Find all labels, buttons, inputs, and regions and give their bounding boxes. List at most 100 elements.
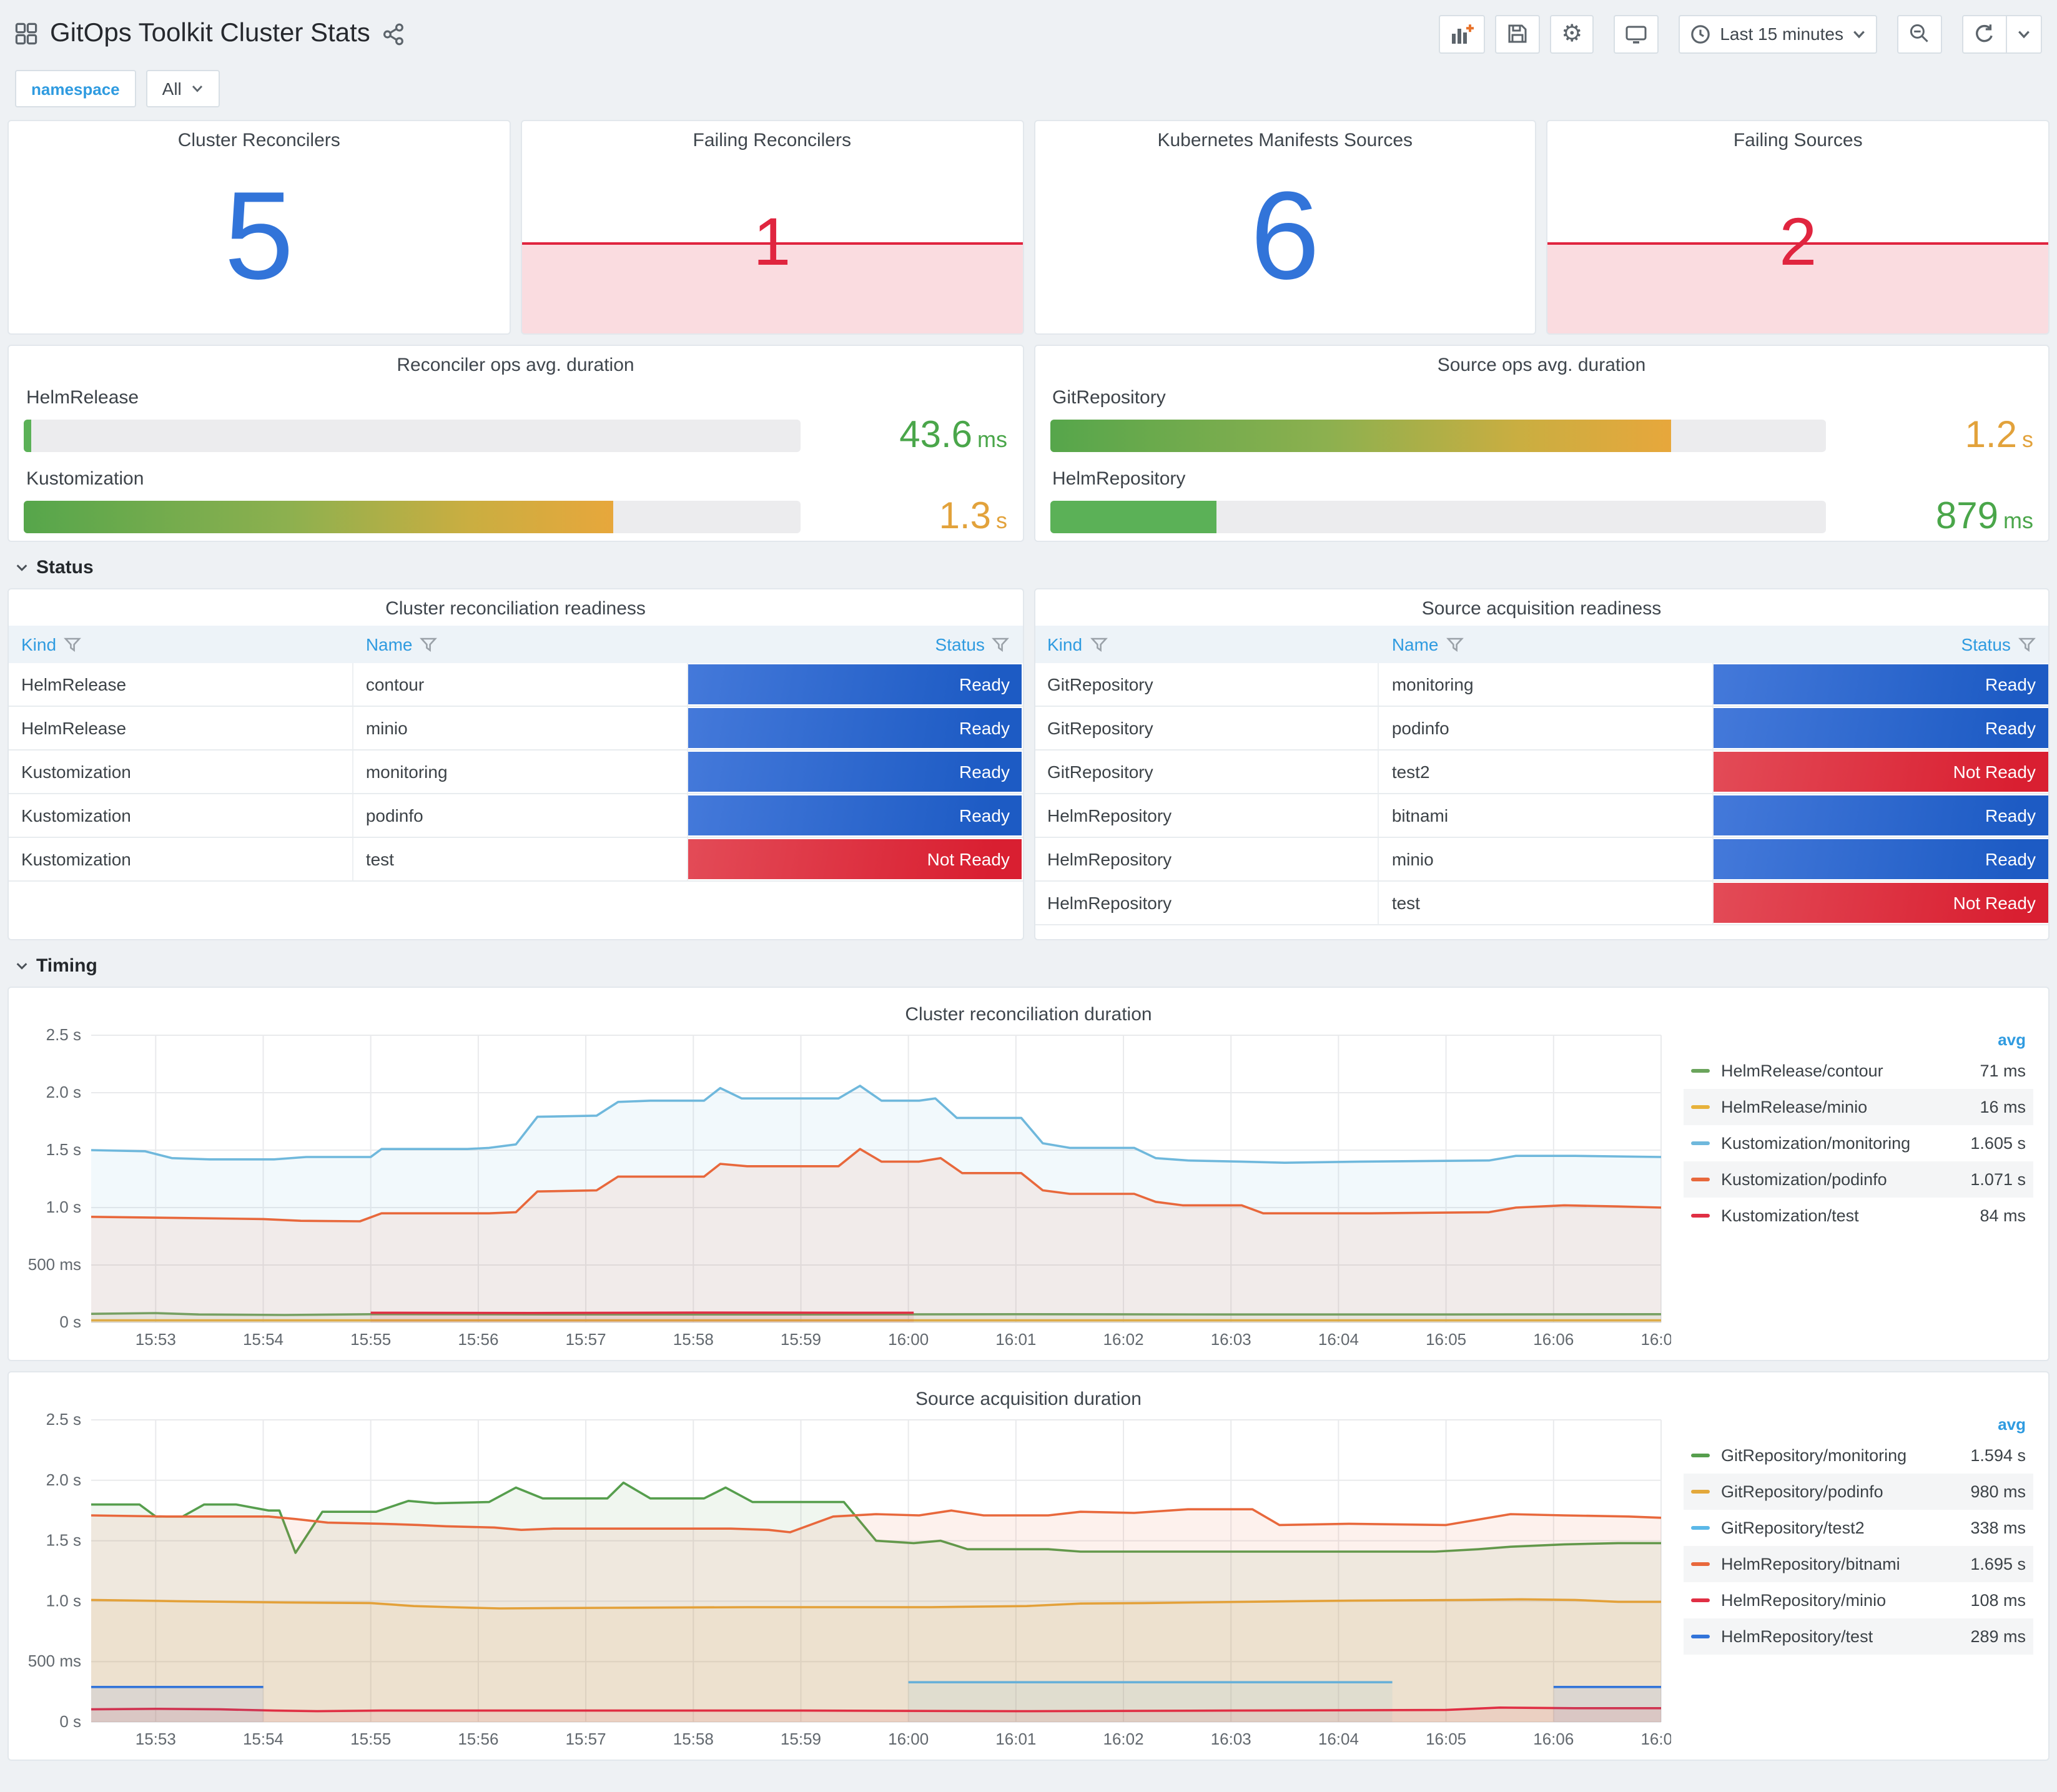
- legend-series-label[interactable]: HelmRelease/contour: [1721, 1061, 1980, 1080]
- variables-row: namespace All: [7, 60, 2050, 120]
- legend-series-label[interactable]: HelmRepository/minio: [1721, 1591, 1970, 1610]
- save-dashboard-button[interactable]: [1495, 14, 1541, 53]
- column-header-name[interactable]: Name: [1379, 634, 1714, 654]
- svg-text:15:57: 15:57: [566, 1730, 606, 1748]
- cell-kind: Kustomization: [9, 838, 353, 880]
- gauge-bar-row: 1.2 s: [1050, 415, 2033, 457]
- gauge-label: Kustomization: [26, 468, 144, 490]
- legend-series-label[interactable]: Kustomization/monitoring: [1721, 1134, 1970, 1153]
- timeseries-panel-1: Source acquisition duration 15:53 15:54 15:…: [7, 1371, 2050, 1761]
- chevron-down-icon: [192, 82, 204, 95]
- table-panel-0: Cluster reconciliation readiness Kind Name…: [7, 588, 1024, 940]
- svg-text:15:56: 15:56: [458, 1330, 498, 1349]
- legend-series-dash: [1691, 1454, 1710, 1457]
- stat-value-area: 5: [9, 121, 510, 333]
- legend-avg-header[interactable]: avg: [1684, 1025, 2033, 1053]
- column-header-label: Name: [365, 634, 413, 654]
- charts-area: Cluster reconciliation duration 15:53 15:5…: [7, 987, 2050, 1761]
- table-panel-1: Source acquisition readiness Kind Name Stat…: [1033, 588, 2050, 940]
- namespace-selected-value: All: [162, 79, 182, 99]
- legend-series-label[interactable]: GitRepository/test2: [1721, 1519, 1970, 1537]
- column-header-label: Status: [935, 634, 985, 654]
- refresh-button-group: [1962, 14, 2042, 53]
- panel-title[interactable]: Source acquisition duration: [21, 1380, 2036, 1410]
- section-header-status[interactable]: Status: [7, 544, 2050, 588]
- legend-series-dash: [1691, 1069, 1710, 1073]
- legend-row: Kustomization/monitoring 1.605 s: [1684, 1125, 2033, 1161]
- clock-icon: [1690, 23, 1711, 44]
- svg-text:1.5 s: 1.5 s: [46, 1140, 81, 1159]
- table-row: GitRepository podinfo Ready: [1035, 707, 2048, 751]
- gauge-fill: [1050, 501, 1217, 533]
- table-row: HelmRepository bitnami Ready: [1035, 794, 2048, 838]
- svg-text:1.0 s: 1.0 s: [46, 1198, 81, 1216]
- cell-kind: HelmRepository: [1035, 794, 1379, 837]
- column-header-kind[interactable]: Kind: [9, 634, 353, 654]
- legend-series-avg: 1.605 s: [1970, 1134, 2026, 1153]
- gauge-label: GitRepository: [1052, 387, 1166, 408]
- panel-title[interactable]: Reconciler ops avg. duration: [24, 346, 1007, 376]
- share-icon[interactable]: [383, 22, 407, 46]
- svg-text:500 ms: 500 ms: [28, 1255, 81, 1274]
- legend-series-label[interactable]: HelmRepository/bitnami: [1721, 1555, 1970, 1573]
- panel-title[interactable]: Source ops avg. duration: [1050, 346, 2033, 376]
- stat-value-area: 6: [1035, 121, 1536, 333]
- add-panel-button[interactable]: [1439, 14, 1486, 53]
- legend-series-label[interactable]: GitRepository/monitoring: [1721, 1446, 1970, 1465]
- status-badge: Ready: [688, 795, 1022, 835]
- column-header-name[interactable]: Name: [353, 634, 688, 654]
- dashboard-viewport: GitOps Toolkit Cluster Stats ⚙ Last 15 m…: [0, 0, 2057, 1792]
- column-header-status[interactable]: Status: [1714, 634, 2048, 654]
- refresh-button[interactable]: [1962, 14, 2007, 53]
- panel-title[interactable]: Failing Reconcilers: [522, 121, 1023, 151]
- chevron-down-icon: [1852, 27, 1866, 41]
- legend-series-label[interactable]: GitRepository/podinfo: [1721, 1482, 1970, 1501]
- panel-title[interactable]: Kubernetes Manifests Sources: [1035, 121, 1536, 151]
- zoom-out-button[interactable]: [1897, 14, 1942, 53]
- time-series-plot[interactable]: 15:53 15:54 15:55 15:56 15:57 15:58 15:59 16:00…: [21, 1410, 1671, 1752]
- stat-value: 5: [224, 165, 294, 306]
- svg-text:2.5 s: 2.5 s: [46, 1410, 81, 1429]
- status-badge: Not Ready: [1714, 752, 2048, 792]
- dashboard-grid-icon[interactable]: [15, 22, 37, 45]
- panel-title[interactable]: Failing Sources: [1548, 121, 2049, 151]
- svg-text:16:06: 16:06: [1533, 1730, 1574, 1748]
- stat-value-area: 2: [1547, 121, 2048, 333]
- cell-status: Ready: [688, 663, 1022, 706]
- panel-title[interactable]: Cluster Reconcilers: [9, 121, 510, 151]
- chart-body: 15:53 15:54 15:55 15:56 15:57 15:58 15:59 16:00…: [21, 1410, 2036, 1752]
- cell-name: monitoring: [1379, 663, 1714, 706]
- legend-series-label[interactable]: HelmRepository/test: [1721, 1627, 1970, 1646]
- panel-title[interactable]: Cluster reconciliation readiness: [9, 589, 1022, 619]
- table-row: HelmRelease minio Ready: [9, 707, 1022, 751]
- namespace-variable-value[interactable]: All: [146, 70, 220, 107]
- time-series-plot[interactable]: 15:53 15:54 15:55 15:56 15:57 15:58 15:59 16:00…: [21, 1025, 1671, 1352]
- section-header-timing[interactable]: Timing: [7, 943, 2050, 987]
- time-range-picker[interactable]: Last 15 minutes: [1679, 14, 1877, 53]
- column-header-status[interactable]: Status: [688, 634, 1022, 654]
- cycle-view-mode-button[interactable]: [1614, 14, 1659, 53]
- dashboard-settings-button[interactable]: ⚙: [1550, 14, 1594, 53]
- stat-value: 1: [753, 204, 791, 280]
- column-header-kind[interactable]: Kind: [1035, 634, 1379, 654]
- time-range-label: Last 15 minutes: [1720, 24, 1843, 44]
- cell-kind: HelmRelease: [9, 707, 353, 749]
- namespace-variable-label[interactable]: namespace: [15, 70, 136, 107]
- svg-text:15:59: 15:59: [781, 1730, 821, 1748]
- legend-series-label[interactable]: HelmRelease/minio: [1721, 1098, 1980, 1116]
- tables-row: Cluster reconciliation readiness Kind Name…: [7, 588, 2050, 940]
- legend-series-avg: 338 ms: [1970, 1519, 2026, 1537]
- chevron-down-icon: [15, 561, 29, 574]
- panel-title[interactable]: Source acquisition readiness: [1035, 589, 2048, 619]
- cell-name: test: [1379, 882, 1714, 924]
- panel-title[interactable]: Cluster reconciliation duration: [21, 995, 2036, 1025]
- legend-series-label[interactable]: Kustomization/podinfo: [1721, 1170, 1970, 1189]
- chart-legend: avg GitRepository/monitoring 1.594 s GitRep…: [1671, 1410, 2036, 1752]
- gauge-label: HelmRelease: [26, 387, 139, 408]
- refresh-interval-dropdown[interactable]: [2007, 14, 2042, 53]
- cell-kind: HelmRelease: [9, 663, 353, 706]
- legend-avg-header[interactable]: avg: [1684, 1410, 2033, 1437]
- legend-series-label[interactable]: Kustomization/test: [1721, 1206, 1980, 1225]
- svg-text:16:07: 16:07: [1640, 1330, 1671, 1349]
- cell-name: podinfo: [1379, 707, 1714, 749]
